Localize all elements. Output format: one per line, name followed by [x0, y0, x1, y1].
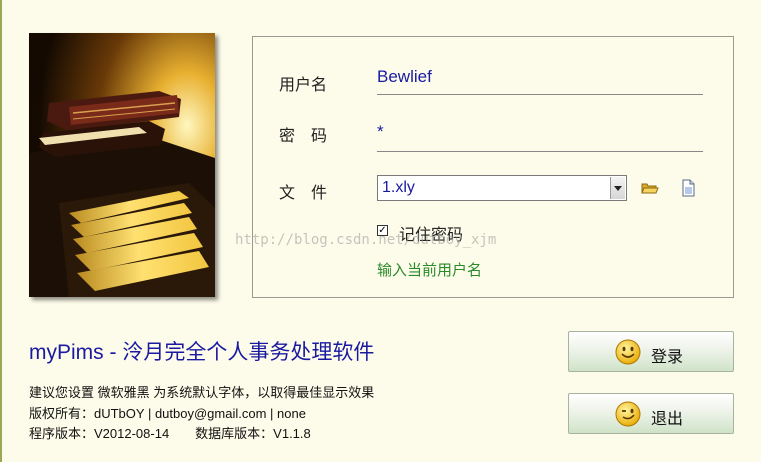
remember-password-label: 记住密码 [399, 227, 464, 244]
login-button[interactable]: 登录 [568, 331, 734, 372]
password-field[interactable]: * [377, 122, 384, 142]
version-text: 程序版本：V2012-08-14 数据库版本：V1.1.8 [29, 426, 311, 441]
copyright-text: 版权所有：dUTbOY | dutboy@gmail.com | none [29, 406, 306, 421]
username-label: 用户名 [279, 77, 328, 94]
remember-password-checkbox[interactable]: ✓ [377, 225, 388, 236]
new-file-icon[interactable] [678, 178, 698, 198]
exit-button-label: 退出 [651, 411, 684, 428]
password-underline [377, 151, 703, 152]
exit-button[interactable]: 退出 [568, 393, 734, 434]
username-field[interactable]: Bewlief [377, 67, 432, 87]
app-title: myPims - 泠月完全个人事务处理软件 [29, 341, 375, 364]
file-label: 文 件 [279, 185, 328, 202]
book-photo [29, 33, 215, 297]
wink-smiley-icon [615, 401, 641, 427]
status-hint: 输入当前用户名 [377, 262, 483, 279]
file-select-value: 1.xly [382, 179, 415, 196]
username-underline [377, 94, 703, 95]
password-label: 密 码 [279, 128, 328, 145]
folder-open-icon[interactable] [640, 178, 660, 198]
chevron-down-icon[interactable] [610, 177, 625, 199]
login-button-label: 登录 [651, 349, 684, 366]
file-select[interactable]: 1.xly [377, 175, 627, 201]
login-form-panel: 用户名 Bewlief 密 码 * 文 件 1.xly ✓ 记住密码 输入当前用… [252, 36, 734, 298]
font-advice-text: 建议您设置 微软雅黑 为系统默认字体，以取得最佳显示效果 [29, 385, 375, 400]
smiley-icon [615, 339, 641, 365]
